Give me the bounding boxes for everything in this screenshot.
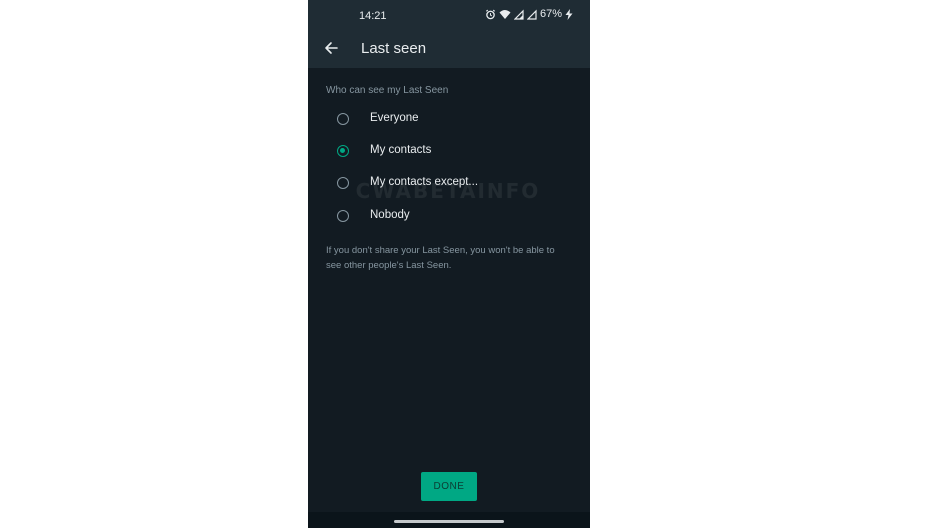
arrow-left-icon [324,41,338,60]
status-bar: 14:21 67% [308,0,590,32]
radio-button[interactable] [337,113,349,125]
option-label: My contacts except... [370,176,479,188]
option-label: Everyone [370,112,419,124]
option-everyone[interactable]: Everyone [326,107,576,133]
phone-screen: 14:21 67% Last seen Who can see my Last … [308,0,590,528]
app-bar: Last seen [308,32,590,68]
home-indicator[interactable] [394,520,504,523]
option-my-contacts-except[interactable]: My contacts except... [326,171,576,197]
battery-percent: 67% [539,8,562,20]
radio-button[interactable] [337,210,349,222]
signal-icon [513,9,524,20]
navigation-bar [308,512,590,528]
footnote-text: If you don't share your Last Seen, you w… [326,245,555,271]
charging-icon [565,8,573,20]
wifi-icon [499,9,511,20]
alarm-icon [485,9,496,20]
section-header: Who can see my Last Seen [326,85,449,96]
status-icons: 67% [485,8,573,20]
option-label: Nobody [370,209,410,221]
radio-button-selected[interactable] [337,145,349,157]
done-button[interactable]: DONE [421,472,477,501]
status-time: 14:21 [359,10,387,22]
radio-button[interactable] [337,177,349,189]
signal-icon [526,9,537,20]
option-label: My contacts [370,144,432,156]
back-button[interactable] [320,39,342,61]
option-my-contacts[interactable]: My contacts [326,139,576,165]
page-title: Last seen [361,40,427,57]
option-nobody[interactable]: Nobody [326,204,576,230]
